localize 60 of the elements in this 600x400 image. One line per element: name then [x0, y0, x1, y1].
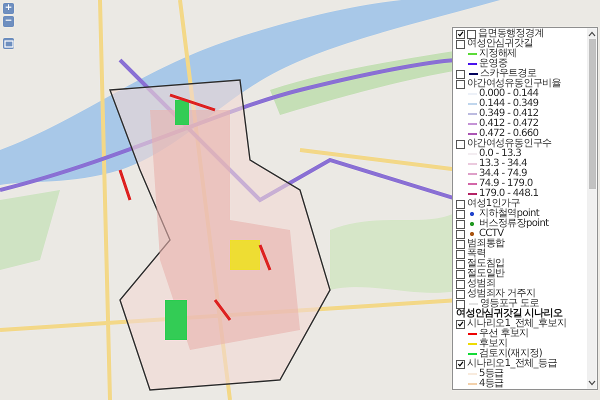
legend-label: 179.0 - 448.1 — [479, 189, 538, 199]
checkbox[interactable] — [456, 360, 465, 368]
section-heading: 여성안심귀갓길 시나리오 — [456, 309, 562, 319]
layer-label[interactable]: 성범죄 — [467, 279, 496, 289]
checkbox[interactable] — [456, 300, 465, 308]
layer-label[interactable]: 범죄통합 — [467, 239, 505, 249]
layer-label[interactable]: 야간여성유동인구수 — [467, 139, 552, 149]
legend-label: 지정해제 — [479, 49, 517, 59]
layer-label[interactable]: 야간여성유동인구비율 — [467, 79, 562, 89]
legend-label: 검토지(재지정) — [479, 349, 542, 359]
layer-label[interactable]: 읍면동행정경계 — [478, 29, 544, 39]
checkbox[interactable] — [456, 40, 465, 48]
legend-label: 0.472 - 0.660 — [479, 129, 538, 139]
checkbox[interactable] — [456, 230, 465, 238]
layer-label[interactable]: 시나리오1_전체_후보지 — [467, 319, 566, 329]
legend-label: 우선 후보지 — [479, 329, 529, 339]
legend-label: 0.000 - 0.144 — [479, 89, 538, 99]
layer-label[interactable]: 절도일반 — [467, 269, 505, 279]
checkbox[interactable] — [456, 240, 465, 248]
layer-label[interactable]: 지하철역point — [479, 209, 540, 219]
layer-label[interactable]: 성범죄자 거주지 — [467, 289, 536, 299]
legend-label: 74.9 - 179.0 — [479, 179, 533, 189]
checkbox[interactable] — [456, 260, 465, 268]
checkbox[interactable] — [456, 320, 465, 328]
legend-label: 운영중 — [479, 59, 508, 69]
layer-label[interactable]: CCTV — [479, 229, 504, 239]
legend-label: 0.144 - 0.349 — [479, 99, 538, 109]
checkbox[interactable] — [456, 140, 465, 148]
legend-label: 후보지 — [479, 339, 508, 349]
checkbox[interactable] — [456, 250, 465, 258]
scroll-thumb[interactable] — [588, 39, 596, 189]
scroll-up-icon[interactable] — [588, 31, 596, 37]
checkbox[interactable] — [467, 30, 476, 38]
checkbox[interactable] — [456, 270, 465, 278]
checkbox[interactable] — [456, 70, 465, 78]
legend-label: 34.4 - 74.9 — [479, 169, 527, 179]
layer-label[interactable]: 절도침입 — [467, 259, 505, 269]
legend-label: 0.349 - 0.412 — [479, 109, 538, 119]
legend-label: 5등급 — [479, 369, 504, 379]
layer-label[interactable]: 여성1인가구 — [467, 199, 520, 209]
legend-label: 4등급 — [479, 379, 504, 389]
layer-label[interactable]: 영등포구 도로 — [480, 299, 539, 309]
checkbox[interactable] — [456, 220, 465, 228]
checkbox[interactable] — [456, 30, 465, 38]
checkbox[interactable] — [456, 290, 465, 298]
map-tool-button[interactable] — [3, 38, 14, 49]
layer-label[interactable]: 폭력 — [467, 249, 486, 259]
layer-label[interactable]: 스카우트경로 — [480, 69, 536, 79]
checkbox[interactable] — [456, 210, 465, 218]
checkbox[interactable] — [456, 280, 465, 288]
layer-label[interactable]: 시나리오1_전체_등급 — [467, 359, 557, 369]
legend-label: 13.3 - 34.4 — [479, 159, 527, 169]
legend-label: 0.0 - 13.3 — [479, 149, 522, 159]
legend-label: 0.412 - 0.472 — [479, 119, 538, 129]
scrollbar[interactable] — [587, 28, 597, 389]
scroll-down-icon[interactable] — [588, 380, 596, 386]
layer-label[interactable]: 여성안심귀갓길 — [467, 39, 533, 49]
checkbox[interactable] — [456, 80, 465, 88]
checkbox[interactable] — [456, 200, 465, 208]
layer-label[interactable]: 버스정류장point — [479, 219, 549, 229]
